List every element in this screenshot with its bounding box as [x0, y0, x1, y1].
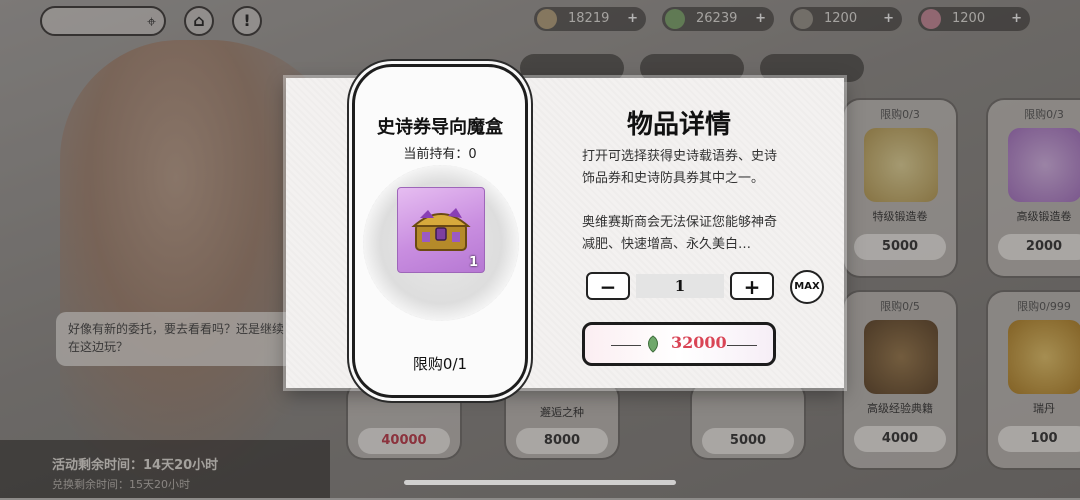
leaf-currency-icon [648, 335, 658, 353]
purchase-limit: 限购0/1 [412, 355, 468, 373]
quantity-stepper: − 1 + [586, 272, 774, 302]
chest-icon [411, 208, 471, 251]
item-name: 史诗券导向魔盒 [377, 117, 503, 138]
item-card: 史诗券导向魔盒 当前持有：0 1 限购0/1 [352, 64, 528, 398]
item-flavor-text: 奥维赛斯商会无法保证您能够神奇减肥、快速增高、永久美白… [582, 215, 778, 252]
dialog-title: 物品详情 [626, 110, 731, 140]
item-icon: 1 [397, 187, 485, 273]
divider [727, 345, 757, 346]
max-button[interactable]: MAX [790, 270, 824, 304]
purchase-price: 32000 [671, 333, 727, 352]
home-indicator[interactable] [404, 480, 676, 485]
increase-button[interactable]: + [730, 272, 774, 300]
purchase-button[interactable]: 32000 [582, 322, 776, 366]
divider [611, 345, 641, 346]
item-description: 打开可选择获得史诗载语券、史诗饰品券和史诗防具券其中之一。 [582, 149, 778, 186]
quantity-value: 1 [636, 274, 724, 298]
decrease-button[interactable]: − [586, 272, 630, 300]
owned-count: 当前持有：0 [403, 147, 477, 162]
